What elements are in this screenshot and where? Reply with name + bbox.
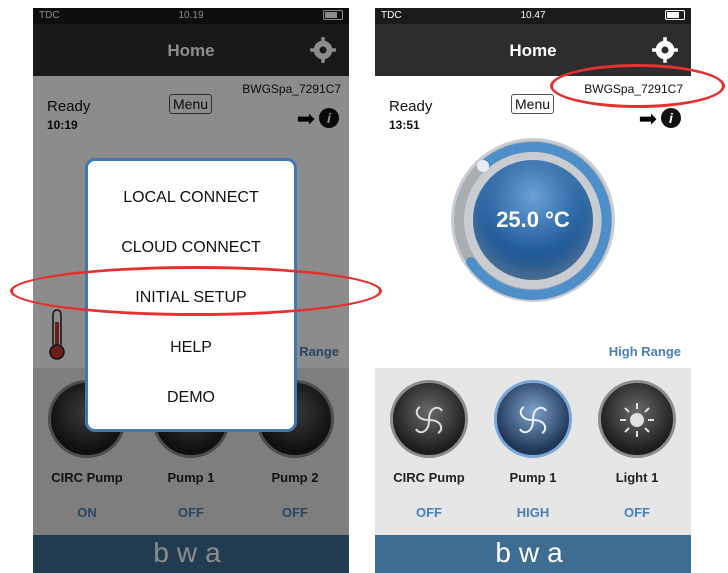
temperature-dial[interactable]: 25.0 °C xyxy=(451,138,615,302)
battery-icon xyxy=(665,10,685,21)
pump-strip: CIRC Pump OFF Pump 1 HIGH Light 1 OFF xyxy=(375,368,691,535)
arrow-right-icon[interactable]: ➡ xyxy=(639,106,657,132)
ready-time: 13:51 xyxy=(389,118,420,132)
pump-control-1[interactable]: Pump 1 HIGH xyxy=(481,380,585,520)
pump-state: OFF xyxy=(416,505,442,520)
light-icon[interactable] xyxy=(598,380,676,458)
temperature-readout: 25.0 °C xyxy=(473,160,593,280)
gear-icon[interactable] xyxy=(651,36,679,64)
status-time: 10.47 xyxy=(520,10,546,21)
menu-item-help[interactable]: HELP xyxy=(88,323,294,373)
light-state: OFF xyxy=(624,505,650,520)
pump-icon[interactable] xyxy=(494,380,572,458)
pump-state: HIGH xyxy=(516,505,550,520)
pump-name: Pump 1 xyxy=(509,470,557,485)
info-icon[interactable]: i xyxy=(661,108,681,128)
light-name: Light 1 xyxy=(615,470,659,485)
nav-title: Home xyxy=(509,41,557,60)
pump-control-circ[interactable]: CIRC Pump OFF xyxy=(377,380,481,520)
pump-icon[interactable] xyxy=(390,380,468,458)
light-control-1[interactable]: Light 1 OFF xyxy=(585,380,689,520)
range-label[interactable]: High Range xyxy=(609,344,681,359)
ready-label: Ready xyxy=(389,98,433,115)
footer-logo: bwa xyxy=(375,535,691,573)
main-area: Ready 13:51 Menu BWGSpa_7291C7 ➡ i 25.0 … xyxy=(375,76,691,368)
pump-name: CIRC Pump xyxy=(393,470,465,485)
status-bar: TDC 10.47 xyxy=(375,8,691,24)
menu-item-local-connect[interactable]: LOCAL CONNECT xyxy=(88,173,294,223)
highlight-ellipse-device-id xyxy=(550,64,725,108)
menu-button[interactable]: Menu xyxy=(511,94,555,114)
highlight-ellipse-initial-setup xyxy=(10,266,382,316)
menu-item-demo[interactable]: DEMO xyxy=(88,373,294,423)
